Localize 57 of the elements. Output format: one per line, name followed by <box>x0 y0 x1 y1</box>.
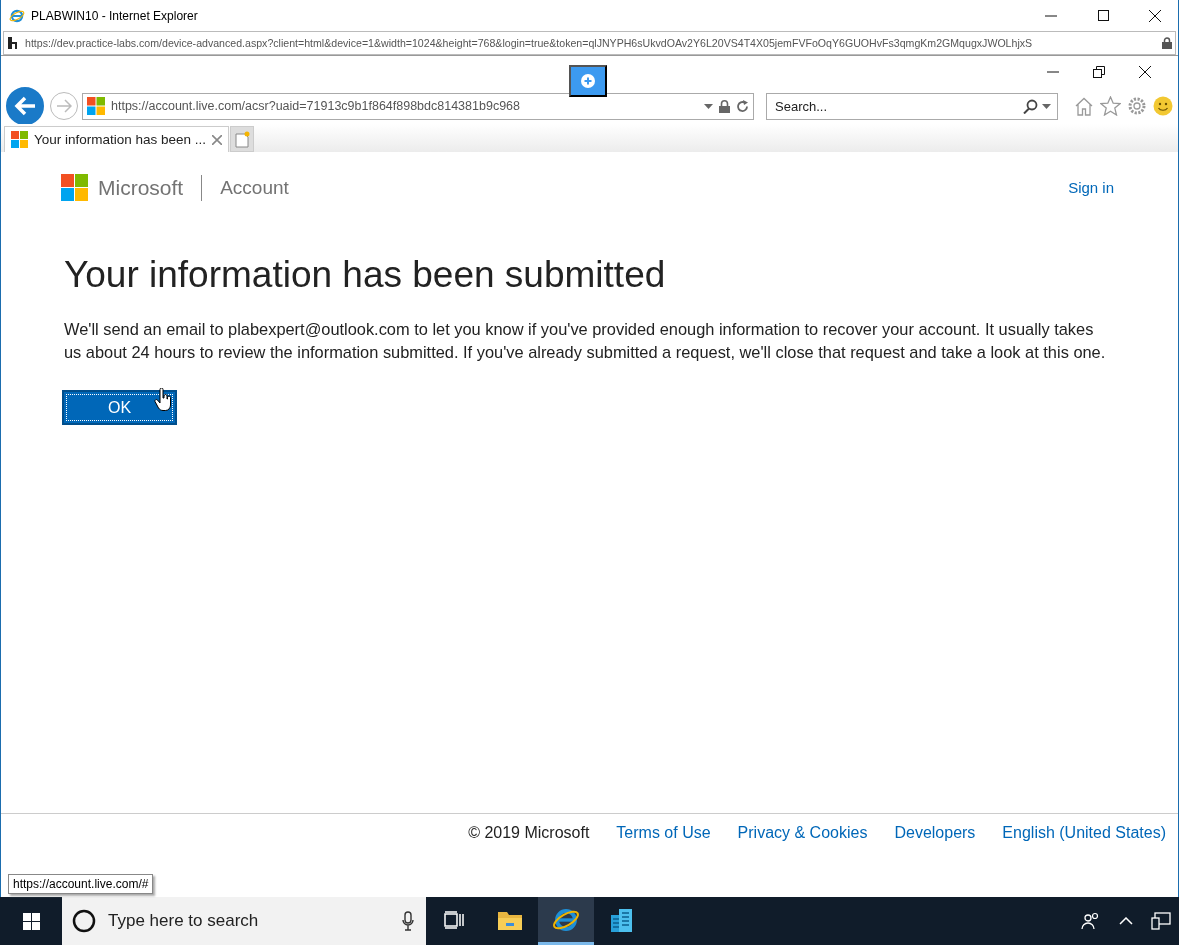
forward-arrow-icon <box>56 99 72 113</box>
expand-toolbar-button[interactable] <box>569 65 607 97</box>
close-icon <box>1149 9 1161 22</box>
tab-title: Your information has been ... <box>34 132 207 147</box>
network-icon[interactable] <box>1151 912 1171 930</box>
cortana-circle-icon <box>72 909 96 933</box>
smiley-icon[interactable] <box>1153 96 1173 116</box>
taskbar-search-input[interactable]: Type here to search <box>106 910 392 932</box>
dropdown-icon <box>1042 103 1051 109</box>
refresh-icon <box>736 99 749 113</box>
chevron-up-icon[interactable] <box>1119 917 1133 925</box>
dropdown-icon <box>704 103 713 109</box>
window-title: PLABWIN10 - Internet Explorer <box>31 8 198 23</box>
plus-icon <box>581 74 595 88</box>
copyright-text: © 2019 Microsoft <box>468 823 590 842</box>
windows-logo-icon <box>22 912 40 930</box>
lock-icon <box>719 99 730 113</box>
page-heading: Your information has been submitted <box>64 254 667 296</box>
footer-link[interactable]: Developers <box>894 823 976 842</box>
new-tab-icon <box>234 130 250 148</box>
info-paragraph: We'll send an email to plabexpert@outlook.com to let you know if you've provided enough information to recover your account. It usually takes us about 24 hours to review the information submitted. If you've already submitted a request, we'll close that request and take a look at this one. <box>64 319 1107 363</box>
buildings-icon <box>609 906 635 933</box>
settings-icon[interactable] <box>1127 96 1147 116</box>
site-logo-icon <box>87 97 105 115</box>
maximize-icon <box>1097 10 1109 21</box>
star-icon[interactable] <box>1100 96 1121 116</box>
search-field[interactable]: Search... <box>766 92 1058 120</box>
browser-tab[interactable]: Your information has been ... <box>4 126 230 152</box>
close-icon[interactable] <box>212 134 223 145</box>
address-text: https://dev.practice-labs.com/device-advanced.aspx?client=html&device=1&width=1024&height=768&login=true&token=qlJNYPH6sUkvdOAv2Y6L20VS4T4X05jemFVFoOqY6GUOHvFs3qmgKm2GMqugxJWOLhjxS <box>25 37 1034 49</box>
address-bar[interactable]: https://account.live.com/acsr?uaid=71913c9b1f864f898bdc814381b9c968 <box>82 92 754 120</box>
people-icon[interactable] <box>1081 912 1101 930</box>
sign-in-link[interactable]: Sign in <box>1068 179 1114 196</box>
restore-icon <box>1093 66 1105 78</box>
taskbar-search-field[interactable]: Type here to search <box>62 897 426 945</box>
close-icon <box>1139 66 1151 78</box>
minimize-icon <box>1045 14 1057 17</box>
ok-button[interactable]: OK <box>62 390 177 425</box>
microphone-icon <box>402 911 414 931</box>
footer-link[interactable]: English (United States) <box>1002 823 1166 842</box>
product-name: Account <box>220 176 290 199</box>
home-icon[interactable] <box>1074 96 1094 116</box>
footer-link[interactable]: Privacy & Cookies <box>737 823 868 842</box>
browser-logo-icon <box>9 7 25 24</box>
back-arrow-icon <box>14 96 36 116</box>
search-icon <box>1023 98 1038 114</box>
microsoft-logo-icon <box>61 174 88 201</box>
hand-cursor-icon <box>154 388 172 412</box>
lock-icon <box>1162 37 1172 49</box>
footer-link[interactable]: Terms of Use <box>616 823 711 842</box>
taskbar-app-button[interactable] <box>538 897 594 945</box>
minimize-icon <box>1047 71 1059 73</box>
status-url-tooltip: https://account.live.com/# <box>8 874 154 894</box>
site-logo-icon <box>11 131 28 148</box>
task-view-icon <box>444 910 464 929</box>
brand-name: Microsoft <box>98 175 184 200</box>
address-text: https://account.live.com/acsr?uaid=71913c9b1f864f898bdc814381b9c968 <box>111 99 521 113</box>
